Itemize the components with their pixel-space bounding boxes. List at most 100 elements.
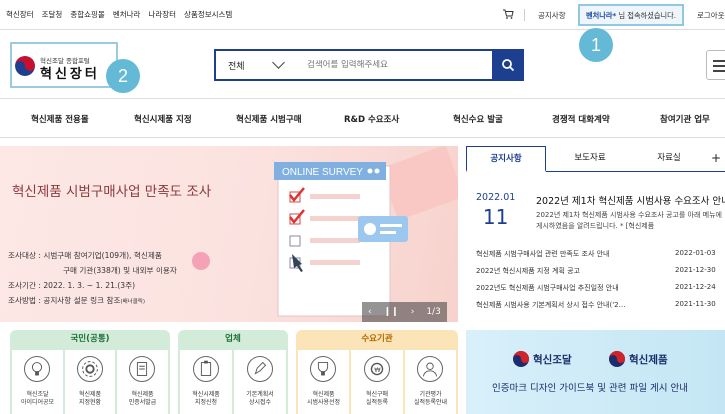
quick-label-line: 실적등록 [365, 399, 389, 406]
quick-label: 기관평가 실적등록안내 [405, 391, 456, 407]
welcome-suffix: 님 접속하셨습니다. [616, 11, 676, 20]
banner-info-method: 조사방법 : 공지사항 설문 링크 참조(배너클릭) [8, 293, 177, 310]
gear-icon [77, 356, 103, 382]
coin-icon: ₩ [364, 356, 390, 382]
cart-icon[interactable] [502, 8, 514, 20]
news-tabs: 공지사항 보도자료 자료실 + [466, 146, 725, 172]
logo-title[interactable]: 혁신장터 [40, 63, 100, 82]
nav-item-prototype-designation[interactable]: 혁신시제품 지정 [134, 113, 192, 125]
promo-brand-product: 혁신제품 [629, 354, 668, 366]
list-item-title: 2022년도 혁신제품 시범구매사업 추진일정 안내 [476, 284, 619, 292]
banner-controls: ‹ ❙❙ › 1/3 [362, 302, 447, 322]
nav-item-pilot-purchase[interactable]: 혁신제품 시범구매 [236, 113, 302, 125]
quick-label-line: 아이디어공모 [20, 399, 55, 406]
toplink-shopping-mall[interactable]: 종합쇼핑몰 [70, 9, 113, 20]
welcome-user: 벤처나라* [586, 11, 617, 20]
featured-year-month: 2022.01 [476, 192, 516, 203]
quick-group-agency-title: 수요기관 [361, 334, 393, 344]
svg-text:₩: ₩ [374, 366, 381, 374]
banner-decoration-dot [192, 252, 210, 270]
banner-page-indicator: 1/3 [426, 307, 441, 317]
banner-info-note: (배너클릭) [120, 299, 145, 305]
divider [524, 9, 525, 21]
annotation-badge-1: 1 [579, 28, 613, 62]
banner-info: 조사대상 : 시범구매 참여기업(109개), 혁신제품 구매 기관(338개)… [8, 248, 177, 310]
next-arrow-icon[interactable]: › [405, 307, 421, 317]
guidebook-promo-banner[interactable] [466, 330, 725, 414]
quick-label-line: 지정현황 [78, 399, 102, 406]
list-item-date: 2021-12-24 [675, 283, 716, 291]
quick-label-line: 혁신구매 [365, 391, 389, 398]
menu-line [713, 65, 725, 67]
toplink-hyeoksin[interactable]: 혁신장터 [6, 9, 42, 20]
survey-banner[interactable]: ONLINE SURVEY 혁신제품 시범구매사업 만족도 조사 조사대상 : … [0, 146, 458, 322]
online-survey-label: ONLINE SURVEY [282, 167, 363, 178]
hamburger-menu-button[interactable] [706, 50, 725, 80]
toplink-pps[interactable]: 조달청 [42, 9, 71, 20]
list-item-title: 2022년 혁신시제품 지정 계획 공고 [476, 267, 580, 275]
notice-link[interactable]: 공지사항 [538, 10, 566, 21]
quick-label-line: 혁신조달 [26, 391, 49, 398]
prev-arrow-icon[interactable]: ‹ [362, 307, 378, 317]
logout-link[interactable]: 로그아웃 [697, 10, 725, 21]
top-utility-bar: 혁신장터 조달청 종합쇼핑몰 벤처나라 나라장터 상품정보시스템 공지사항 벤처… [0, 0, 725, 30]
nav-item-agency-work[interactable]: 참여기관 업무 [660, 113, 710, 125]
nav-item-rnd-survey[interactable]: R&D 수요조사 [344, 113, 399, 125]
taegeuk-logo-icon[interactable] [15, 56, 35, 76]
survey-illustration: ONLINE SURVEY [274, 146, 458, 317]
toplink-venture-nara[interactable]: 벤처나라 [113, 9, 149, 20]
list-item[interactable]: 2022년도 혁신제품 시범구매사업 추진일정 안내 2021-12-24 [476, 283, 725, 300]
quick-label: 기본계획서 상시접수 [234, 391, 286, 407]
quick-label-line: 인증서발급 [128, 399, 157, 406]
toplink-product-info[interactable]: 상품정보시스템 [184, 9, 240, 20]
document-icon [129, 356, 155, 382]
list-item-date: 2021-12-30 [675, 266, 716, 274]
quick-label: 혁신시제품 지정신청 [180, 391, 232, 407]
quick-label-line: 기관평가 [419, 391, 442, 398]
menu-line [713, 60, 725, 62]
featured-desc: 2022년 제1차 혁신제품 시범사용 수요조사 공고를 아래 메뉴에 게시하였… [536, 211, 722, 230]
quick-group-company-title: 업체 [225, 334, 241, 344]
tab-press[interactable]: 보도자료 [550, 146, 630, 172]
list-item-date: 2022-01-03 [675, 249, 716, 257]
trophy-icon [310, 356, 336, 382]
family-site-links: 혁신장터 조달청 종합쇼핑몰 벤처나라 나라장터 상품정보시스템 [6, 9, 240, 20]
list-item-date: 2021-11-30 [675, 300, 716, 308]
hyeoksin-product-logo-icon [609, 351, 625, 367]
featured-date: 2022.01 11 [476, 192, 515, 229]
search-input[interactable] [307, 60, 487, 70]
quick-label-line: 지정신청 [194, 399, 218, 406]
annotation-badge-2: 2 [106, 59, 140, 93]
tab-notice[interactable]: 공지사항 [466, 146, 546, 172]
idea-lightbulb-icon [24, 356, 50, 382]
list-item[interactable]: 혁신제품 시범구매사업 관련 만족도 조사 안내 2022-01-03 [476, 249, 725, 266]
quick-label-line: 실적등록안내 [413, 399, 448, 406]
news-list: 혁신제품 시범구매사업 관련 만족도 조사 안내 2022-01-03 2022년… [476, 249, 725, 317]
pause-icon[interactable]: ❙❙ [378, 307, 405, 317]
chevron-down-icon[interactable] [272, 56, 285, 69]
quick-label: 혁신조달 아이디어공모 [12, 391, 63, 407]
featured-title[interactable]: 2022년 제1차 혁신제품 시범사용 수요조사 안내 [536, 193, 725, 207]
list-item[interactable]: 2022년 혁신시제품 지정 계획 공고 2021-12-30 [476, 266, 725, 283]
banner-info-method-text: 조사방법 : 공지사항 설문 링크 참조 [8, 296, 121, 305]
tab-archive[interactable]: 자료실 [634, 146, 704, 172]
nav-item-demand-discovery[interactable]: 혁신수요 발굴 [453, 113, 503, 125]
search-button[interactable] [492, 49, 524, 81]
menu-line [713, 70, 725, 72]
quick-label-line: 상시접수 [248, 399, 272, 406]
quick-label: 혁신구매 실적등록 [351, 391, 403, 407]
list-item[interactable]: 혁신제품 시범사용 기본계획서 상시 접수 안내('2… 2021-11-30 [476, 300, 725, 317]
toplink-nara-market[interactable]: 나라장터 [148, 9, 184, 20]
nav-item-competitive-dialogue[interactable]: 경쟁적 대화계약 [552, 113, 610, 125]
more-button[interactable]: + [706, 146, 725, 172]
promo-text: 인증마크 디자인 가이드북 및 관련 파일 게시 안내 [492, 383, 688, 394]
quick-label-line: 혁신제품 [131, 391, 154, 398]
main-nav: 혁신제품 전용몰 혁신시제품 지정 혁신제품 시범구매 R&D 수요조사 혁신수… [0, 98, 725, 138]
search-icon [502, 59, 515, 72]
quick-label-line: 혁신제품 [312, 391, 335, 398]
nav-item-exclusive-mall[interactable]: 혁신제품 전용몰 [31, 113, 89, 125]
quick-label-line: 기본계획서 [246, 391, 274, 398]
quick-label: 혁신제품 지정현황 [65, 391, 115, 407]
quick-label: 혁신제품 인증서발급 [117, 391, 168, 407]
search-category-select[interactable]: 전체 [228, 59, 268, 72]
